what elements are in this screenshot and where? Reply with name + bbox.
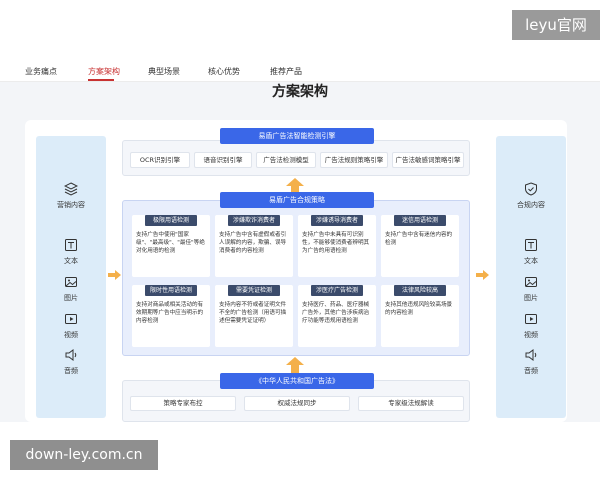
strategy-card-title: 极限用语检测 [145,215,197,226]
flow-arrow-up-icon [286,357,304,373]
input-item-image: 图片 [36,275,106,303]
law-chip-expert-control: 策略专家布控 [130,396,236,411]
law-chip-expert-interpretation: 专家级法规解读 [358,396,464,411]
strategy-card-desc: 支持广告中未具有可识别性，不能够使消费者辨明其为广告的用语检测 [302,232,370,254]
strategy-card-title: 涉嫌欺诈消费者 [228,215,280,226]
engine-chip-speech: 语音识别引擎 [194,152,252,168]
strategy-title: 易盾广告合规策略 [220,192,374,208]
output-column: 合规内容 文本 图片 视频 音频 [496,136,566,418]
input-item-video: 视频 [36,312,106,340]
shield-icon [525,182,537,196]
strategy-card-desc: 支持广告中使用"国家级"、"最高级"、"最佳"等绝对化用语的检测 [136,232,205,254]
strategy-card-desc: 支持广告中含有迷信内容的检测 [385,232,453,246]
video-icon [65,314,77,324]
tab-pain-points[interactable]: 业务痛点 [25,66,57,77]
output-item-label: 视频 [524,331,538,339]
strategy-card-desc: 支持对商品或相关活动的有效期期等广告中应当明示的内容检测 [136,302,204,324]
output-item-audio: 音频 [496,348,566,376]
flow-arrow-right-icon [108,270,121,280]
watermark-bottom: down-ley.com.cn [10,440,158,470]
tab-active-underline [88,79,114,81]
strategy-card-title: 涉医疗广告检测 [311,285,363,296]
strategy-card-desc: 支持其他违规风险较高场景的内容检测 [385,302,453,316]
text-icon [65,239,77,251]
section-tabs: 业务痛点 方案架构 典型场景 核心优势 推荐产品 [0,60,600,82]
page-title: 方案架构 [272,84,328,100]
audio-icon [65,349,77,361]
strategy-card-desc: 支持广告中含有虚假或者引人误解的内容，欺骗、误导消费者的内容检测 [219,232,287,254]
strategy-card-superstition: 迷信用语检测 支持广告中含有迷信内容的检测 [381,215,459,277]
engine-chip-ocr: OCR识别引擎 [130,152,190,168]
input-item-audio: 音频 [36,348,106,376]
strategy-card-inducement: 涉嫌诱导消费者 支持广告中未具有可识别性，不能够使消费者辨明其为广告的用语检测 [298,215,376,277]
output-item-label: 图片 [524,294,538,302]
engine-title: 易盾广告法智能检测引擎 [220,128,374,144]
strategy-card-time-limited: 限时性用语检测 支持对商品或相关活动的有效期期等广告中应当明示的内容检测 [132,285,210,347]
strategy-card-desc: 支持医疗、药品、医疗器械广告外，其他广告涉疾病治疗功能等违规用语检测 [302,302,370,324]
watermark-top: leyu官网 [512,10,600,40]
output-item-text: 文本 [496,238,566,266]
strategy-card-desc: 支持内容不符或者证明文件不全的广告检测（用语可描述但需要凭证证明） [219,302,287,324]
tab-products[interactable]: 推荐产品 [270,66,302,77]
audio-icon [525,349,537,361]
input-item-label: 营销内容 [57,201,85,209]
strategy-card-credentials: 需要凭证检测 支持内容不符或者证明文件不全的广告检测（用语可描述但需要凭证证明） [215,285,293,347]
strategy-card-title: 迷信用语检测 [394,215,446,226]
output-item-compliant: 合规内容 [496,182,566,210]
strategy-card-extreme-words: 极限用语检测 支持广告中使用"国家级"、"最高级"、"最佳"等绝对化用语的检测 [132,215,210,277]
input-item-label: 音频 [64,367,78,375]
input-item-label: 视频 [64,331,78,339]
engine-chip-rules: 广告法规则策略引擎 [320,152,388,168]
input-item-label: 文本 [64,257,78,265]
input-column: 营销内容 文本 图片 视频 音频 [36,136,106,418]
output-item-label: 文本 [524,257,538,265]
tab-advantages[interactable]: 核心优势 [208,66,240,77]
tab-architecture[interactable]: 方案架构 [88,66,120,77]
strategy-card-title: 限时性用语检测 [145,285,197,296]
output-item-image: 图片 [496,275,566,303]
engine-chip-sensitive-words: 广告法敏感词策略引擎 [392,152,464,168]
strategy-card-title: 涉嫌诱导消费者 [311,215,363,226]
strategy-card-medical: 涉医疗广告检测 支持医疗、药品、医疗器械广告外，其他广告涉疾病治疗功能等违规用语… [298,285,376,347]
strategy-card-title: 法律风险较高 [394,285,446,296]
input-item-label: 图片 [64,294,78,302]
tab-scenarios[interactable]: 典型场景 [148,66,180,77]
image-icon [525,277,537,287]
strategy-card-title: 需要凭证检测 [228,285,280,296]
input-item-marketing: 营销内容 [36,182,106,210]
engine-chip-model: 广告法检测模型 [256,152,316,168]
law-title: 《中华人民共和国广告法》 [220,373,374,389]
strategy-card-fraud: 涉嫌欺诈消费者 支持广告中含有虚假或者引人误解的内容，欺骗、误导消费者的内容检测 [215,215,293,277]
output-item-label: 合规内容 [517,201,545,209]
layers-icon [64,182,78,196]
output-item-label: 音频 [524,367,538,375]
text-icon [525,239,537,251]
strategy-card-legal-risk: 法律风险较高 支持其他违规风险较高场景的内容检测 [381,285,459,347]
flow-arrow-right-icon [476,270,489,280]
law-chip-regulation-sync: 权威法规同步 [244,396,350,411]
video-icon [525,314,537,324]
input-item-text: 文本 [36,238,106,266]
output-item-video: 视频 [496,312,566,340]
page: leyu官网 业务痛点 方案架构 典型场景 核心优势 推荐产品 方案架构 营销内… [0,0,600,480]
image-icon [65,277,77,287]
